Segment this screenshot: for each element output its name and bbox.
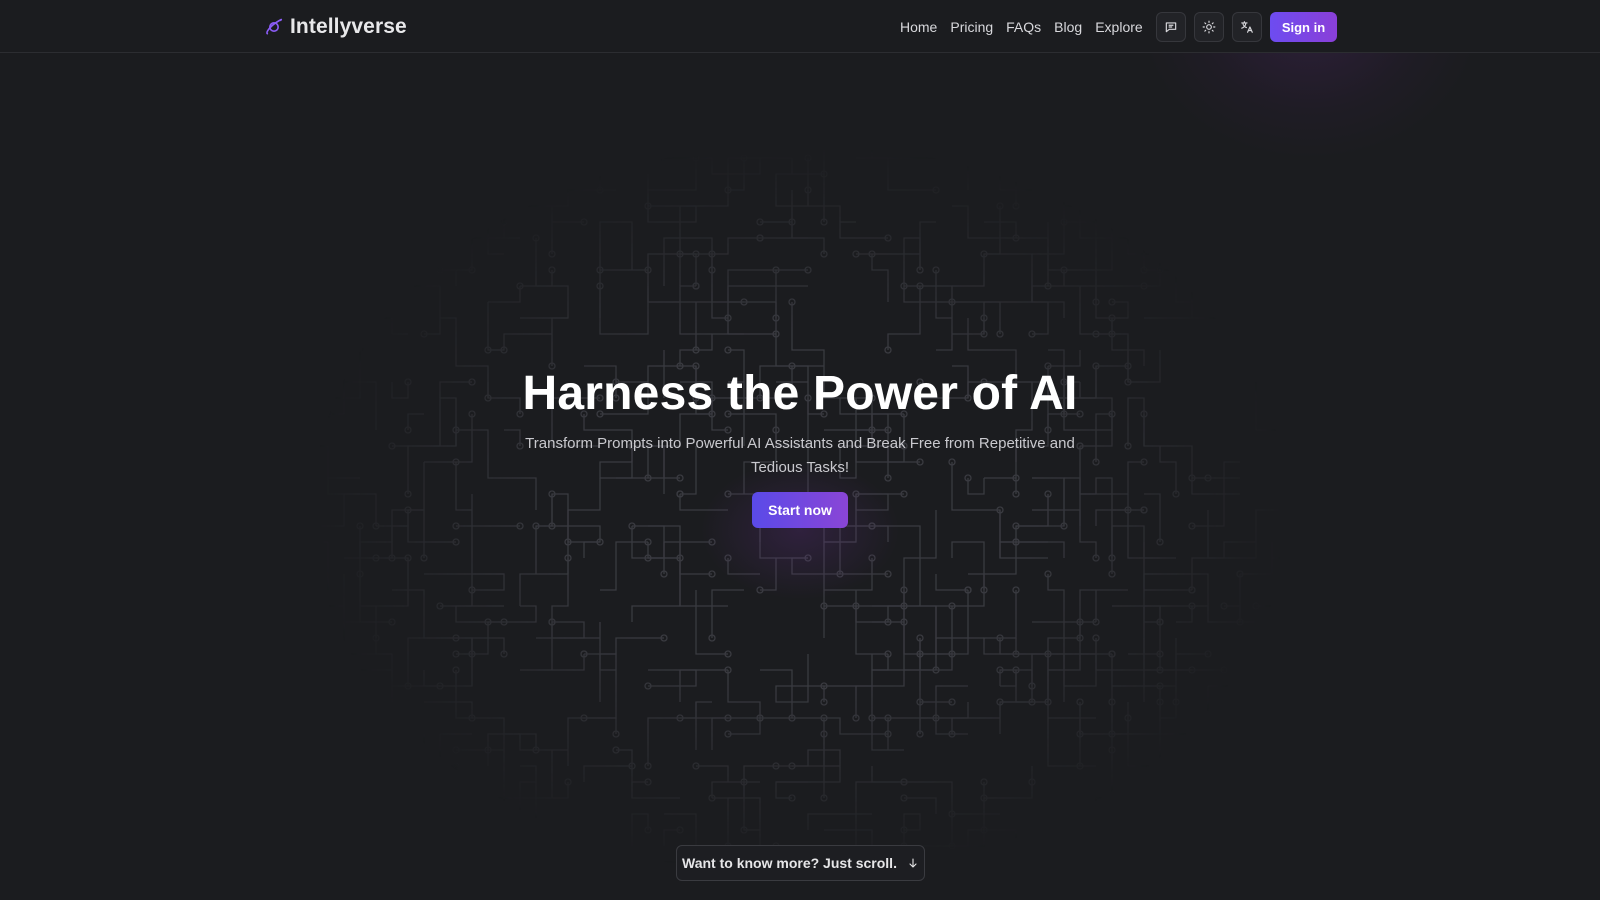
arrow-down-icon [909,858,917,868]
chat-icon [1165,22,1177,33]
sign-in-button[interactable]: Sign in [1270,12,1337,42]
nav-link-blog[interactable]: Blog [1054,19,1082,35]
main-nav: Home Pricing FAQs Blog Explore [900,16,1156,38]
chat-button[interactable] [1156,12,1186,42]
hero-subtitle: Transform Prompts into Powerful AI Assis… [525,435,1075,476]
nav-link-explore[interactable]: Explore [1095,19,1142,35]
nav-link-pricing[interactable]: Pricing [950,19,993,35]
planet-icon [266,18,283,35]
nav-link-home[interactable]: Home [900,19,937,35]
start-now-button[interactable]: Start now [752,492,848,528]
translate-icon [1241,21,1253,33]
theme-toggle-button[interactable] [1194,12,1224,42]
brand-logo-link[interactable]: Intellyverse [264,14,407,40]
hero-title: Harness the Power of AI [522,367,1078,420]
landing-page: Intellyverse Home Pricing FAQs Blog Expl… [0,0,1600,900]
brand-name: Intellyverse [290,15,407,38]
nav-link-faqs[interactable]: FAQs [1006,19,1041,35]
top-navigation-bar: Intellyverse Home Pricing FAQs Blog Expl… [0,0,1600,53]
language-button[interactable] [1232,12,1262,42]
scroll-hint-button[interactable]: Want to know more? Just scroll. [676,845,925,881]
sun-icon [1202,20,1216,34]
scroll-hint-label: Want to know more? Just scroll. [682,855,897,871]
